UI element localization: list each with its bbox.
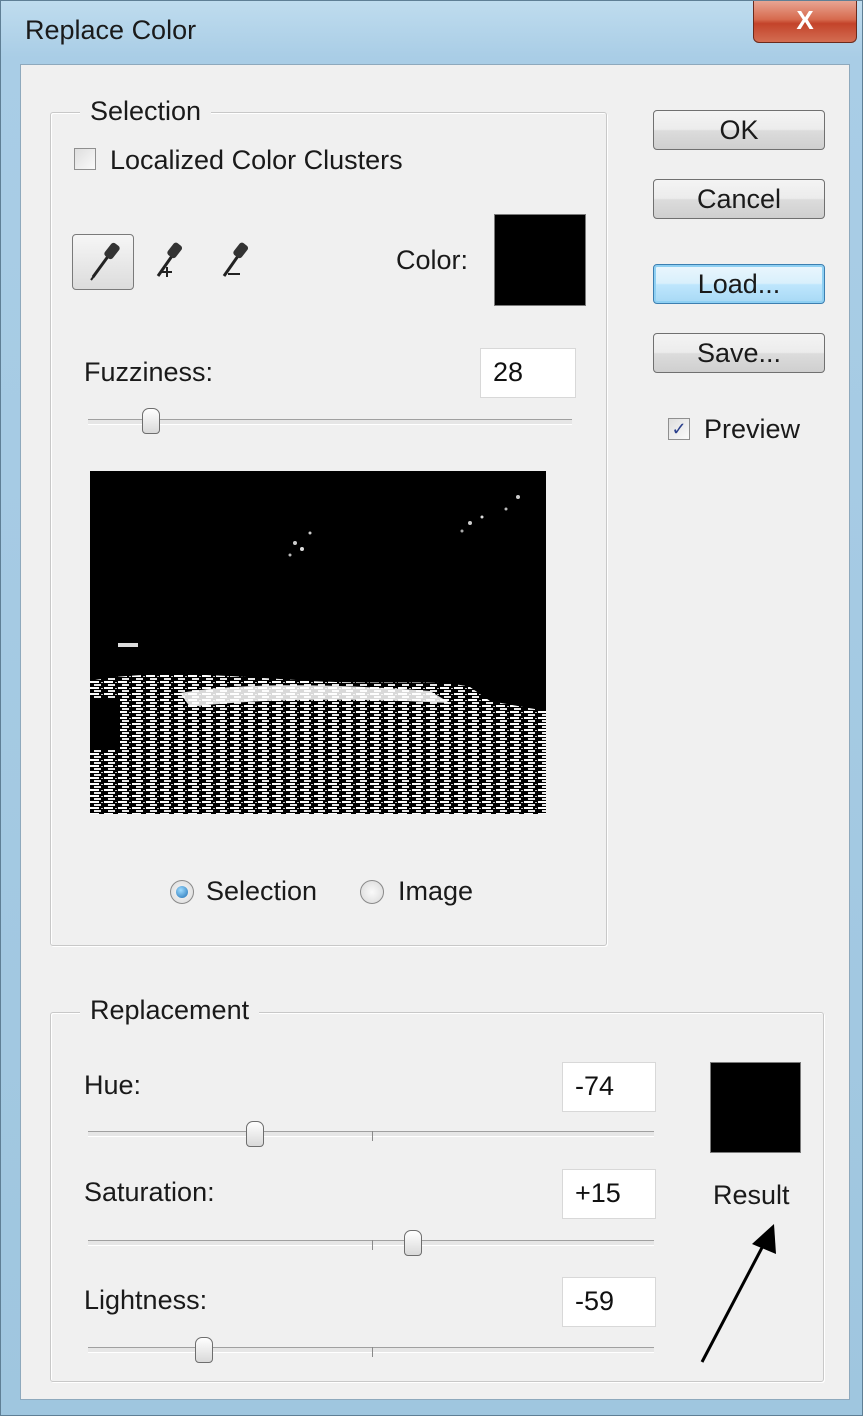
hue-slider-thumb[interactable] bbox=[245, 1121, 264, 1147]
color-label: Color: bbox=[396, 245, 469, 275]
view-selection-radio[interactable] bbox=[170, 880, 194, 904]
replacement-legend: Replacement bbox=[80, 995, 260, 1026]
dialog-title: Replace Color bbox=[25, 15, 197, 45]
saturation-slider-thumb[interactable] bbox=[404, 1230, 423, 1256]
view-image-radio[interactable] bbox=[360, 880, 384, 904]
save-button[interactable]: Save... bbox=[653, 333, 825, 373]
eyedropper-minus-icon bbox=[222, 242, 249, 277]
close-icon: X bbox=[796, 5, 814, 35]
result-arrow-annotation bbox=[700, 1224, 776, 1363]
ok-button[interactable]: OK bbox=[653, 110, 825, 150]
preview-checkbox[interactable]: ✓ bbox=[668, 418, 690, 440]
selection-mask-image bbox=[90, 471, 546, 814]
selection-color-swatch[interactable] bbox=[494, 214, 586, 306]
eyedropper-plus-button[interactable] bbox=[142, 234, 204, 290]
saturation-label: Saturation: bbox=[84, 1177, 215, 1207]
hue-slider-track[interactable] bbox=[88, 1131, 654, 1137]
lightness-slider-track[interactable] bbox=[88, 1347, 654, 1353]
load-button[interactable]: Load... bbox=[653, 264, 825, 304]
selection-legend: Selection bbox=[80, 96, 212, 127]
result-color-swatch[interactable] bbox=[710, 1062, 801, 1153]
eyedropper-plus-icon bbox=[156, 242, 183, 277]
preview-label: Preview bbox=[704, 414, 801, 444]
checkmark-icon: ✓ bbox=[671, 419, 687, 439]
saturation-slider-center-tick bbox=[372, 1240, 373, 1250]
fuzziness-slider-thumb[interactable] bbox=[141, 408, 160, 434]
view-image-label: Image bbox=[398, 876, 474, 906]
localized-clusters-checkbox[interactable] bbox=[74, 148, 96, 170]
eyedropper-minus-button[interactable] bbox=[208, 234, 270, 290]
view-selection-label: Selection bbox=[206, 876, 318, 906]
fuzziness-label: Fuzziness: bbox=[84, 357, 214, 387]
cancel-button[interactable]: Cancel bbox=[653, 179, 825, 219]
lightness-slider-center-tick bbox=[372, 1347, 373, 1357]
fuzziness-slider-track[interactable] bbox=[88, 419, 572, 425]
radio-selected-dot bbox=[176, 886, 188, 898]
saturation-input[interactable]: +15 bbox=[562, 1169, 656, 1219]
result-label: Result bbox=[713, 1180, 790, 1210]
lightness-slider-thumb[interactable] bbox=[195, 1337, 214, 1363]
saturation-slider-track[interactable] bbox=[88, 1240, 654, 1246]
hue-slider-center-tick bbox=[372, 1131, 373, 1141]
eyedropper-icon bbox=[90, 242, 120, 281]
hue-label: Hue: bbox=[84, 1070, 142, 1100]
hue-input[interactable]: -74 bbox=[562, 1062, 656, 1112]
eyedropper-button[interactable] bbox=[72, 234, 134, 290]
lightness-input[interactable]: -59 bbox=[562, 1277, 656, 1327]
close-button[interactable]: X bbox=[753, 1, 857, 43]
fuzziness-input[interactable]: 28 bbox=[480, 348, 576, 398]
selection-preview-image bbox=[90, 471, 546, 814]
localized-clusters-label: Localized Color Clusters bbox=[110, 145, 403, 175]
lightness-label: Lightness: bbox=[84, 1285, 208, 1315]
